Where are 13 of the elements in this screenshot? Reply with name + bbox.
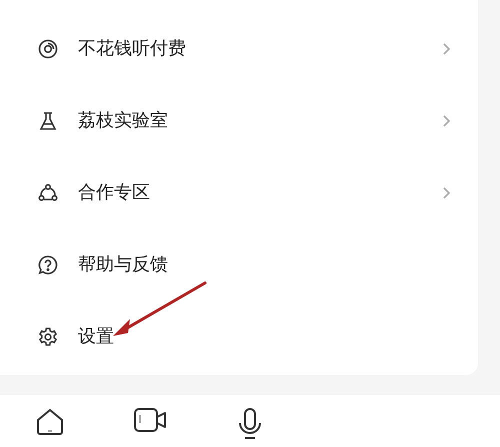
share-icon [38, 183, 58, 203]
menu-item[interactable]: 设置 [78, 325, 451, 349]
menu-item[interactable]: 帮助与反馈 [78, 253, 451, 277]
settings-icon [38, 327, 58, 347]
microphone-icon[interactable] [237, 407, 263, 441]
help-icon [38, 255, 58, 275]
home-icon[interactable] [35, 407, 65, 437]
menu-item[interactable]: 荔枝实验室 [78, 109, 442, 133]
video-camera-icon[interactable] [133, 407, 167, 433]
menu-item[interactable]: 合作专区 [78, 181, 442, 205]
flask-icon [38, 111, 58, 131]
menu-item[interactable]: 不花钱听付费 [78, 37, 442, 61]
disc-icon [38, 39, 58, 59]
